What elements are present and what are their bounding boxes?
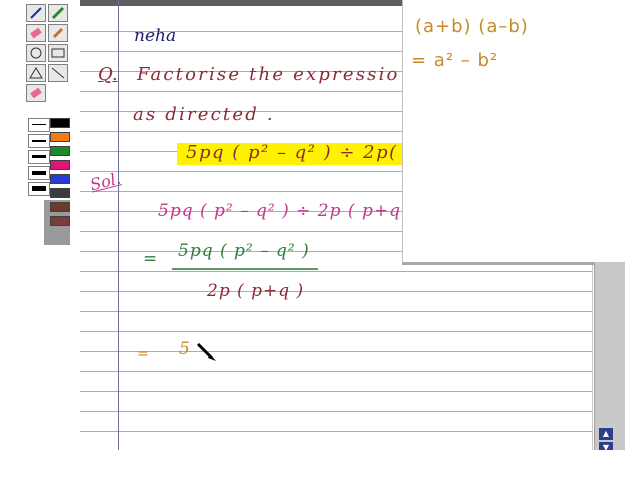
step-2-numerator: 5pq ( p² – q² ) — [178, 241, 310, 261]
color-swatch-dark-gray[interactable] — [50, 188, 70, 198]
pen-icon — [30, 7, 42, 19]
step-1-expression: 5pq ( p² – q² ) ÷ 2p ( p+q ) — [158, 201, 415, 221]
bottom-strip — [0, 450, 640, 480]
color-swatch-orange[interactable] — [50, 132, 70, 142]
step-3-equals: = — [137, 346, 149, 362]
circle-tool-button[interactable] — [26, 44, 46, 62]
step-3-partial: 5 — [179, 339, 190, 359]
step-2-denominator: 2p ( p+q ) — [207, 281, 305, 301]
eraser-icon — [30, 27, 42, 39]
scroll-up-button[interactable]: ▲ — [599, 428, 613, 440]
pen-width-medium[interactable] — [28, 134, 50, 148]
highlighter-tool-button[interactable] — [48, 4, 68, 22]
pen-width-thick[interactable] — [28, 150, 50, 164]
highlighted-expression: 5pq ( p² – q² ) ÷ 2p( — [186, 142, 398, 163]
highlighter-icon — [51, 6, 65, 20]
color-swatch-blue[interactable] — [50, 174, 70, 184]
formula-line-2: = a² – b² — [411, 50, 499, 71]
pen-cursor-icon — [196, 342, 216, 361]
vertical-scrollbar[interactable] — [594, 262, 625, 450]
brush-tool-button[interactable] — [48, 24, 68, 42]
margin-line — [118, 0, 119, 450]
student-name: neha — [134, 26, 177, 46]
line-tool-button[interactable] — [48, 64, 68, 82]
color-swatch-black[interactable] — [50, 118, 70, 128]
whiteboard-app: neha Q. Factorise the expressio as direc… — [0, 0, 640, 480]
pen-width-thickest[interactable] — [28, 182, 50, 196]
color-swatch-maroon[interactable] — [50, 216, 70, 226]
clear-tool-button[interactable] — [26, 84, 46, 102]
question-line-1: Factorise the expressio — [137, 64, 400, 85]
pen-width-thin[interactable] — [28, 118, 50, 132]
brush-icon — [52, 27, 64, 39]
formula-note-box: (a+b) (a–b) = a² – b² — [402, 0, 595, 265]
step-2-equals: = — [143, 249, 158, 269]
question-marker: Q. — [98, 64, 118, 85]
rectangle-icon — [51, 48, 65, 58]
clear-icon — [30, 87, 42, 99]
triangle-icon — [29, 67, 43, 79]
color-swatch-brown[interactable] — [50, 202, 70, 212]
pen-width-thicker[interactable] — [28, 166, 50, 180]
color-swatch-green[interactable] — [50, 146, 70, 156]
line-icon — [51, 67, 65, 79]
pen-tool-button[interactable] — [26, 4, 46, 22]
circle-icon — [30, 47, 42, 59]
eraser-tool-button[interactable] — [26, 24, 46, 42]
drawing-toolbar — [0, 0, 80, 480]
triangle-tool-button[interactable] — [26, 64, 46, 82]
question-line-2: as directed . — [133, 104, 275, 125]
color-swatch-pink[interactable] — [50, 160, 70, 170]
formula-line-1: (a+b) (a–b) — [415, 16, 529, 37]
rectangle-tool-button[interactable] — [48, 44, 68, 62]
fraction-line — [172, 268, 318, 270]
